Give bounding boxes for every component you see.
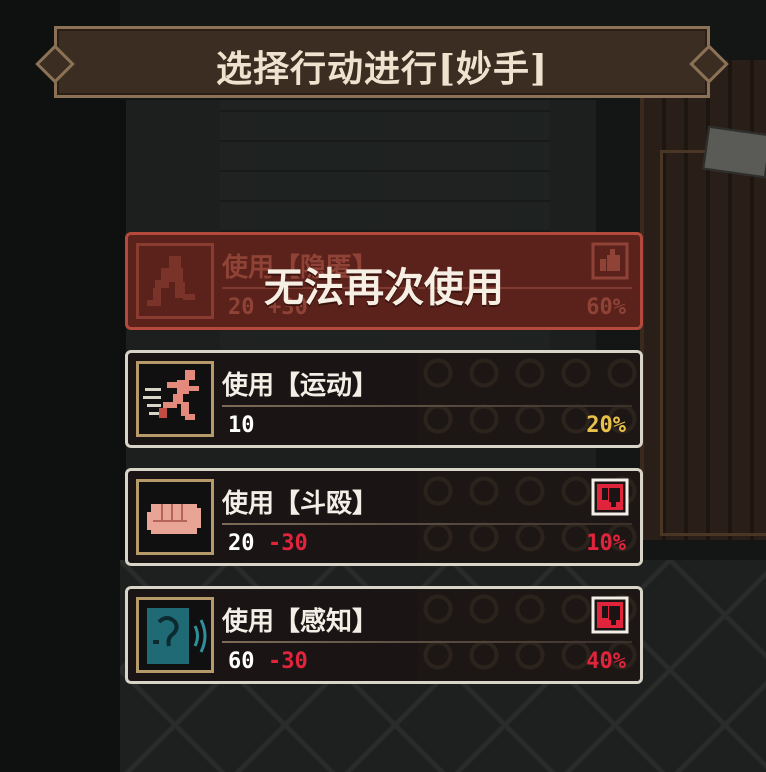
option-sneak-card: 使用【隐匿】 20 +30 60% 无法再次使用 <box>125 232 643 330</box>
running-icon <box>143 370 199 420</box>
action-select-header: 选择行动进行[妙手] <box>35 26 729 100</box>
thumbs-down-icon <box>591 478 629 516</box>
option-base-value: 10 <box>228 413 255 438</box>
option-icon-box <box>136 479 214 555</box>
shadow-area <box>0 0 120 772</box>
perception-ear-icon <box>147 608 207 664</box>
option-success-chance: 10% <box>586 531 626 556</box>
option-success-chance: 20% <box>586 413 626 438</box>
page-title: 选择行动进行[妙手] <box>215 48 549 90</box>
option-icon-box <box>136 597 214 673</box>
cannot-reuse-notice: 无法再次使用 <box>264 264 504 311</box>
option-label: 使用【斗殴】 <box>222 489 379 519</box>
fist-icon <box>147 504 201 534</box>
option-divider <box>222 405 632 407</box>
option-perception-card[interactable]: 使用【感知】 60 -30 40% <box>125 586 643 684</box>
option-brawl-card[interactable]: 使用【斗殴】 20 -30 10% <box>125 468 643 566</box>
option-icon-box <box>136 361 214 437</box>
thumbs-down-icon <box>591 596 629 634</box>
option-modifier: -30 <box>268 649 308 674</box>
door-frame <box>660 150 766 536</box>
option-athletics-card[interactable]: 使用【运动】 10 20% <box>125 350 643 448</box>
option-modifier: -30 <box>268 531 308 556</box>
option-label: 使用【运动】 <box>222 371 379 401</box>
option-success-chance: 40% <box>586 649 626 674</box>
option-divider <box>222 641 632 643</box>
option-label: 使用【感知】 <box>222 607 379 637</box>
option-base-value: 60 <box>228 649 255 674</box>
wall-sign <box>702 125 766 179</box>
option-base-value: 20 <box>228 531 255 556</box>
option-divider <box>222 523 632 525</box>
